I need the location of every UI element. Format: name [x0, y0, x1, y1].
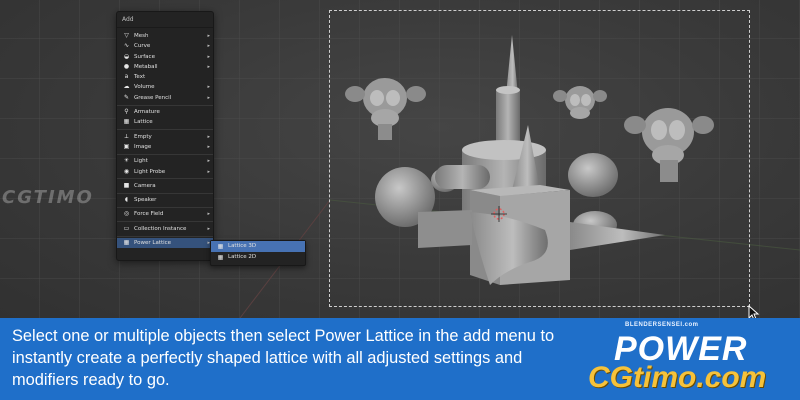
menu-item-camera[interactable]: ■ Camera [117, 181, 213, 191]
menu-separator [117, 153, 213, 155]
empty-icon: ⟂ [124, 132, 129, 140]
submenu-arrow-icon: ▸ [207, 43, 210, 50]
lattice-3d-icon: ▦ [217, 243, 224, 250]
menu-item-label: Lattice [134, 119, 153, 126]
menu-separator [117, 221, 213, 223]
watermark-right: CGtimo.com [588, 361, 767, 394]
text-icon: a [124, 73, 129, 81]
camera-icon: ■ [123, 181, 130, 189]
selection-bounding-box [329, 10, 750, 307]
menu-item-collection-instance[interactable]: ▭ Collection Instance ▸ [117, 224, 213, 234]
image-icon: ▣ [123, 142, 130, 150]
menu-item-lattice[interactable]: ▦ Lattice [117, 117, 213, 127]
collection-icon: ▭ [123, 224, 130, 232]
menu-item-speaker[interactable]: ◖ Speaker [117, 195, 213, 205]
submenu-arrow-icon: ▸ [207, 143, 210, 150]
menu-item-label: Light [134, 158, 148, 165]
menu-item-label: Image [134, 143, 152, 150]
menu-item-label: Light Probe [134, 168, 166, 175]
submenu-arrow-icon: ▸ [207, 63, 210, 70]
menu-separator [117, 192, 213, 194]
menu-item-light-probe[interactable]: ◉ Light Probe ▸ [117, 167, 213, 177]
menu-item-grease-pencil[interactable]: ✎ Grease Pencil ▸ [117, 93, 213, 103]
menu-item-surface[interactable]: ◒ Surface ▸ [117, 52, 213, 62]
speaker-icon: ◖ [124, 196, 129, 204]
grease-pencil-icon: ✎ [123, 93, 130, 101]
light-icon: ☀ [123, 157, 130, 165]
submenu-arrow-icon: ▸ [207, 168, 210, 175]
menu-item-empty[interactable]: ⟂ Empty ▸ [117, 132, 213, 142]
menu-item-label: Text [134, 74, 146, 81]
power-lattice-icon: ▦ [123, 239, 130, 247]
armature-icon: ⚲ [124, 108, 129, 116]
submenu-item-label: Lattice 2D [228, 254, 257, 260]
submenu-item-lattice-2d[interactable]: ▦ Lattice 2D [211, 252, 305, 263]
menu-item-label: Power Lattice [134, 240, 172, 247]
menu-item-light[interactable]: ☀ Light ▸ [117, 156, 213, 166]
menu-item-label: Force Field [134, 211, 164, 218]
menu-item-label: Collection Instance [134, 225, 187, 232]
volume-icon: ☁ [123, 83, 130, 91]
menu-item-label: Volume [134, 84, 155, 91]
add-menu: Add ▽ Mesh ▸ ∿ Curve ▸ ◒ Surface ▸ ● Metaball ▸ … [116, 11, 214, 261]
menu-item-image[interactable]: ▣ Image ▸ [117, 142, 213, 152]
lattice-icon: ▦ [123, 118, 130, 126]
surface-icon: ◒ [123, 52, 130, 60]
submenu-item-lattice-3d[interactable]: ▦ Lattice 3D [211, 241, 305, 252]
watermark-left: CGTIMO [2, 187, 94, 208]
menu-separator [117, 178, 213, 180]
menu-item-armature[interactable]: ⚲ Armature [117, 107, 213, 117]
power-lattice-submenu: ▦ Lattice 3D ▦ Lattice 2D [210, 240, 306, 266]
menu-separator [117, 129, 213, 131]
menu-item-label: Armature [134, 109, 160, 116]
menu-item-power-lattice[interactable]: ▦ Power Lattice ▸ [117, 238, 213, 249]
menu-item-label: Metaball [134, 63, 158, 70]
menu-item-label: Grease Pencil [134, 94, 172, 101]
menu-separator [117, 235, 213, 237]
menu-item-text[interactable]: a Text [117, 72, 213, 82]
submenu-arrow-icon: ▸ [207, 225, 210, 232]
menu-item-label: Camera [134, 182, 156, 189]
light-probe-icon: ◉ [123, 167, 130, 175]
curve-icon: ∿ [123, 42, 130, 50]
menu-item-volume[interactable]: ☁ Volume ▸ [117, 82, 213, 92]
menu-item-curve[interactable]: ∿ Curve ▸ [117, 41, 213, 51]
submenu-arrow-icon: ▸ [207, 211, 210, 218]
menu-item-label: Curve [134, 43, 151, 50]
blendersensei-logo: BLENDERSENSEI.com [625, 322, 699, 328]
submenu-arrow-icon: ▸ [207, 33, 210, 39]
force-field-icon: ◎ [123, 210, 130, 218]
lattice-2d-icon: ▦ [217, 254, 224, 261]
menu-item-metaball[interactable]: ● Metaball ▸ [117, 62, 213, 72]
menu-item-label: Surface [134, 53, 155, 60]
menu-separator [117, 206, 213, 208]
submenu-arrow-icon: ▸ [207, 84, 210, 91]
caption-text: Select one or multiple objects then sele… [12, 327, 555, 389]
metaball-icon: ● [123, 62, 130, 70]
submenu-arrow-icon: ▸ [207, 133, 210, 140]
menu-item-label: Empty [134, 133, 152, 140]
submenu-arrow-icon: ▸ [207, 158, 210, 165]
menu-item-label: Mesh [134, 33, 149, 39]
menu-item-force-field[interactable]: ◎ Force Field ▸ [117, 209, 213, 219]
submenu-arrow-icon: ▸ [207, 53, 210, 60]
submenu-arrow-icon: ▸ [207, 94, 210, 101]
add-menu-title: Add [117, 12, 213, 28]
menu-item-mesh[interactable]: ▽ Mesh ▸ [117, 31, 213, 41]
mesh-icon: ▽ [124, 32, 129, 39]
submenu-item-label: Lattice 3D [228, 243, 257, 249]
menu-item-label: Speaker [134, 197, 157, 204]
menu-separator [117, 104, 213, 106]
